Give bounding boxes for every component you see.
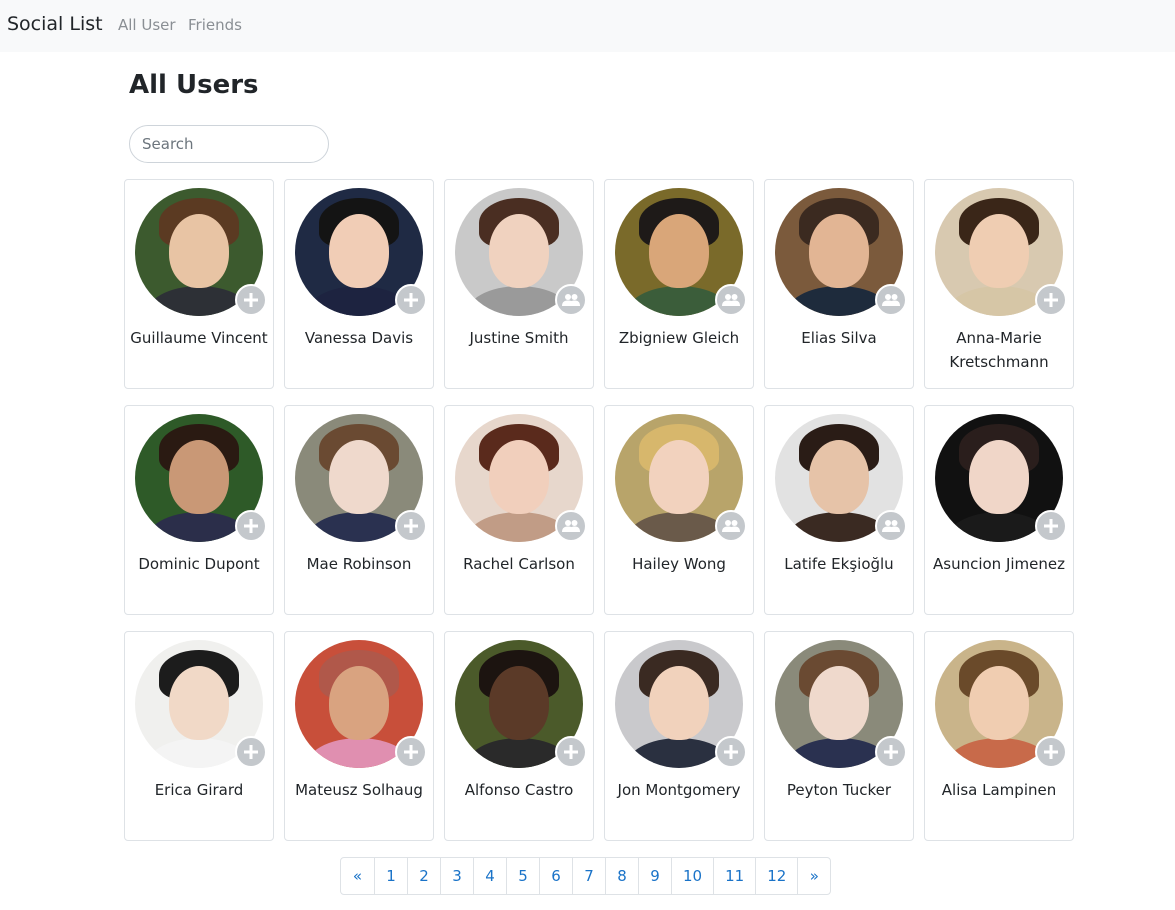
user-card[interactable]: Mae Robinson	[284, 405, 434, 615]
user-name: Vanessa Davis	[304, 329, 414, 347]
user-name: Hailey Wong	[632, 555, 726, 573]
user-name: Justine Smith	[469, 329, 569, 347]
user-card[interactable]: Rachel Carlson	[444, 405, 594, 615]
user-name: Peyton Tucker	[786, 781, 892, 799]
user-name: Dominic Dupont	[138, 555, 260, 573]
user-card[interactable]: Hailey Wong	[604, 405, 754, 615]
nav-link-all-user[interactable]: All User	[118, 16, 176, 34]
user-name: Elias Silva	[801, 329, 877, 347]
add-friend-icon[interactable]	[1035, 510, 1067, 542]
user-card[interactable]: Alfonso Castro	[444, 631, 594, 841]
user-card[interactable]: Dominic Dupont	[124, 405, 274, 615]
user-card[interactable]: Asuncion Jimenez	[924, 405, 1074, 615]
page-link-9[interactable]: 9	[638, 858, 671, 894]
page-link-1[interactable]: 1	[374, 858, 407, 894]
user-card[interactable]: Elias Silva	[764, 179, 914, 389]
add-friend-icon[interactable]	[395, 510, 427, 542]
user-card[interactable]: Alisa Lampinen	[924, 631, 1074, 841]
friends-icon[interactable]	[715, 510, 747, 542]
add-friend-icon[interactable]	[395, 736, 427, 768]
user-card[interactable]: Zbigniew Gleich	[604, 179, 754, 389]
user-name: Jon Montgomery	[617, 781, 741, 799]
page-title: All Users	[129, 70, 259, 100]
page-link-5[interactable]: 5	[506, 858, 539, 894]
pagination: «1 2 3 4 5 6 7 8 9 10 11 12»	[340, 857, 832, 895]
page-link-2[interactable]: 2	[407, 858, 440, 894]
brand-link[interactable]: Social List	[7, 13, 103, 35]
navbar: Social List All User Friends	[0, 0, 1175, 52]
page-prev-link[interactable]: «	[341, 858, 374, 894]
page-link-8[interactable]: 8	[605, 858, 638, 894]
add-friend-icon[interactable]	[235, 510, 267, 542]
page-link-3[interactable]: 3	[440, 858, 473, 894]
page-link-10[interactable]: 10	[671, 858, 713, 894]
friends-icon[interactable]	[875, 284, 907, 316]
friends-icon[interactable]	[715, 284, 747, 316]
user-card[interactable]: Peyton Tucker	[764, 631, 914, 841]
user-card[interactable]: Latife Ekşioğlu	[764, 405, 914, 615]
add-friend-icon[interactable]	[715, 736, 747, 768]
user-name: Guillaume Vincent	[130, 329, 268, 347]
page-link-12[interactable]: 12	[755, 858, 797, 894]
add-friend-icon[interactable]	[875, 736, 907, 768]
user-name: Asuncion Jimenez	[933, 555, 1065, 573]
search-input[interactable]	[129, 125, 329, 163]
friends-icon[interactable]	[555, 510, 587, 542]
user-name: Zbigniew Gleich	[618, 329, 740, 347]
nav-link-friends[interactable]: Friends	[188, 16, 242, 34]
add-friend-icon[interactable]	[1035, 284, 1067, 316]
page-next-link[interactable]: »	[797, 858, 830, 894]
add-friend-icon[interactable]	[1035, 736, 1067, 768]
user-name: Alisa Lampinen	[941, 781, 1057, 799]
user-card[interactable]: Guillaume Vincent	[124, 179, 274, 389]
user-card[interactable]: Anna-Marie Kretschmann	[924, 179, 1074, 389]
user-name: Alfonso Castro	[464, 781, 574, 799]
user-name: Mateusz Solhaug	[295, 781, 423, 799]
page-link-6[interactable]: 6	[539, 858, 572, 894]
user-card[interactable]: Erica Girard	[124, 631, 274, 841]
user-name: Erica Girard	[154, 781, 244, 799]
user-card[interactable]: Justine Smith	[444, 179, 594, 389]
friends-icon[interactable]	[875, 510, 907, 542]
user-name: Rachel Carlson	[463, 555, 575, 573]
user-card[interactable]: Jon Montgomery	[604, 631, 754, 841]
page-link-11[interactable]: 11	[713, 858, 755, 894]
page-link-7[interactable]: 7	[572, 858, 605, 894]
add-friend-icon[interactable]	[395, 284, 427, 316]
user-card[interactable]: Mateusz Solhaug	[284, 631, 434, 841]
page-link-4[interactable]: 4	[473, 858, 506, 894]
add-friend-icon[interactable]	[555, 736, 587, 768]
user-card[interactable]: Vanessa Davis	[284, 179, 434, 389]
add-friend-icon[interactable]	[235, 284, 267, 316]
friends-icon[interactable]	[555, 284, 587, 316]
user-name: Latife Ekşioğlu	[784, 555, 894, 573]
user-name: Anna-Marie Kretschmann	[949, 329, 1049, 371]
add-friend-icon[interactable]	[235, 736, 267, 768]
user-name: Mae Robinson	[306, 555, 412, 573]
